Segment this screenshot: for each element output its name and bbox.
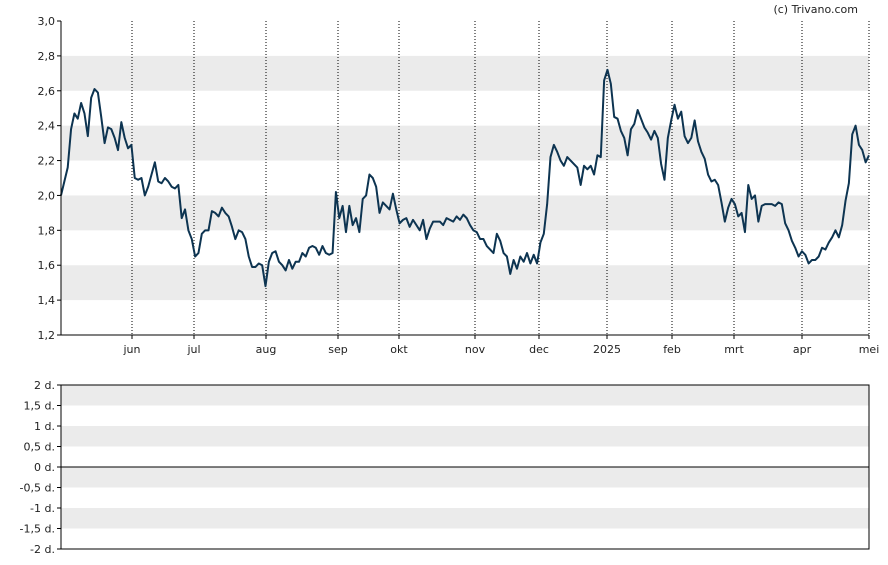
x-tick-label: jul (186, 343, 200, 356)
y-tick-label: 1,8 (38, 224, 56, 237)
y-tick-label: 0,5 d. (24, 441, 55, 454)
y-tick-label: -1,5 d. (20, 523, 55, 536)
x-tick-label: jun (123, 343, 141, 356)
y-tick-label: 1,2 (38, 329, 56, 342)
y-tick-label: 3,0 (38, 15, 56, 28)
x-tick-label: apr (793, 343, 812, 356)
x-tick-label: mei (859, 343, 880, 356)
chart-root: (c) Trivano.com 3,0 2,8 2,6 2,4 2,2 2,0 1,8 1,6… (0, 0, 888, 565)
band (61, 426, 869, 447)
y-tick-label: 2,6 (38, 85, 56, 98)
x-tick-label: dec (529, 343, 549, 356)
y-tick-label: -0,5 d. (20, 482, 55, 495)
y-tick-label: 1 d. (34, 420, 55, 433)
y-tick-label: 1,5 d. (24, 400, 55, 413)
band (61, 467, 869, 488)
y-tick-label: 2 d. (34, 379, 55, 392)
x-tick-label: sep (328, 343, 347, 356)
y-tick-label: 2,8 (38, 50, 56, 63)
x-tick-label: aug (256, 343, 277, 356)
price-and-indicator-chart: (c) Trivano.com 3,0 2,8 2,6 2,4 2,2 2,0 1,8 1,6… (20, 3, 880, 556)
y-tick-label: 1,6 (38, 259, 56, 272)
top-chart-y-axis: 3,0 2,8 2,6 2,4 2,2 2,0 1,8 1,6 1,4 1,2 (38, 15, 61, 342)
bottom-chart-y-axis: 2 d. 1,5 d. 1 d. 0,5 d. 0 d. -0,5 d. -1 d. -1,5… (20, 379, 61, 556)
band (61, 265, 869, 301)
top-chart-bands (61, 55, 869, 301)
y-tick-label: 1,4 (38, 294, 56, 307)
price-series-line (60, 68, 870, 288)
top-chart-x-axis: jun jul aug sep okt nov dec 2025 feb mrt apr mei (123, 335, 880, 356)
y-tick-label: 2,2 (38, 155, 56, 168)
x-tick-label: 2025 (593, 343, 621, 356)
top-chart-series (60, 68, 870, 288)
bottom-chart-bands (61, 385, 869, 529)
x-tick-label: mrt (724, 343, 744, 356)
band (61, 55, 869, 91)
band (61, 508, 869, 529)
x-tick-label: okt (390, 343, 408, 356)
credit-label: (c) Trivano.com (773, 3, 858, 16)
band (61, 125, 869, 161)
y-tick-label: 2,4 (38, 120, 56, 133)
y-tick-label: 2,0 (38, 189, 56, 202)
y-tick-label: 0 d. (34, 461, 55, 474)
x-tick-label: nov (465, 343, 486, 356)
x-tick-label: feb (663, 343, 681, 356)
y-tick-label: -1 d. (30, 502, 55, 515)
band (61, 385, 869, 406)
y-tick-label: -2 d. (30, 543, 55, 556)
